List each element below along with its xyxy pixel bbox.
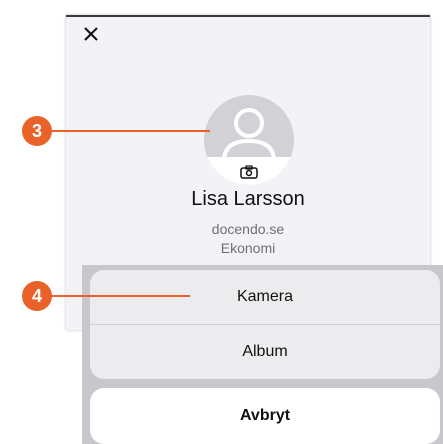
kamera-button[interactable]: Kamera: [90, 270, 440, 324]
callout-4-badge: 4: [22, 281, 52, 311]
callout-3-badge: 3: [22, 116, 52, 146]
action-sheet-group: Kamera Album: [90, 270, 440, 379]
callout-3-line: [30, 130, 210, 132]
album-button[interactable]: Album: [90, 325, 440, 379]
profile-domain: docendo.se: [211, 221, 285, 237]
close-icon[interactable]: [82, 25, 100, 43]
cancel-button[interactable]: Avbryt: [90, 388, 440, 444]
camera-icon[interactable]: [240, 165, 258, 179]
callout-4-line: [30, 295, 190, 297]
profile-department: Ekonomi: [220, 240, 276, 256]
profile-name: Lisa Larsson: [191, 188, 305, 210]
avatar[interactable]: [204, 95, 294, 185]
panel-top-edge: [66, 15, 430, 17]
